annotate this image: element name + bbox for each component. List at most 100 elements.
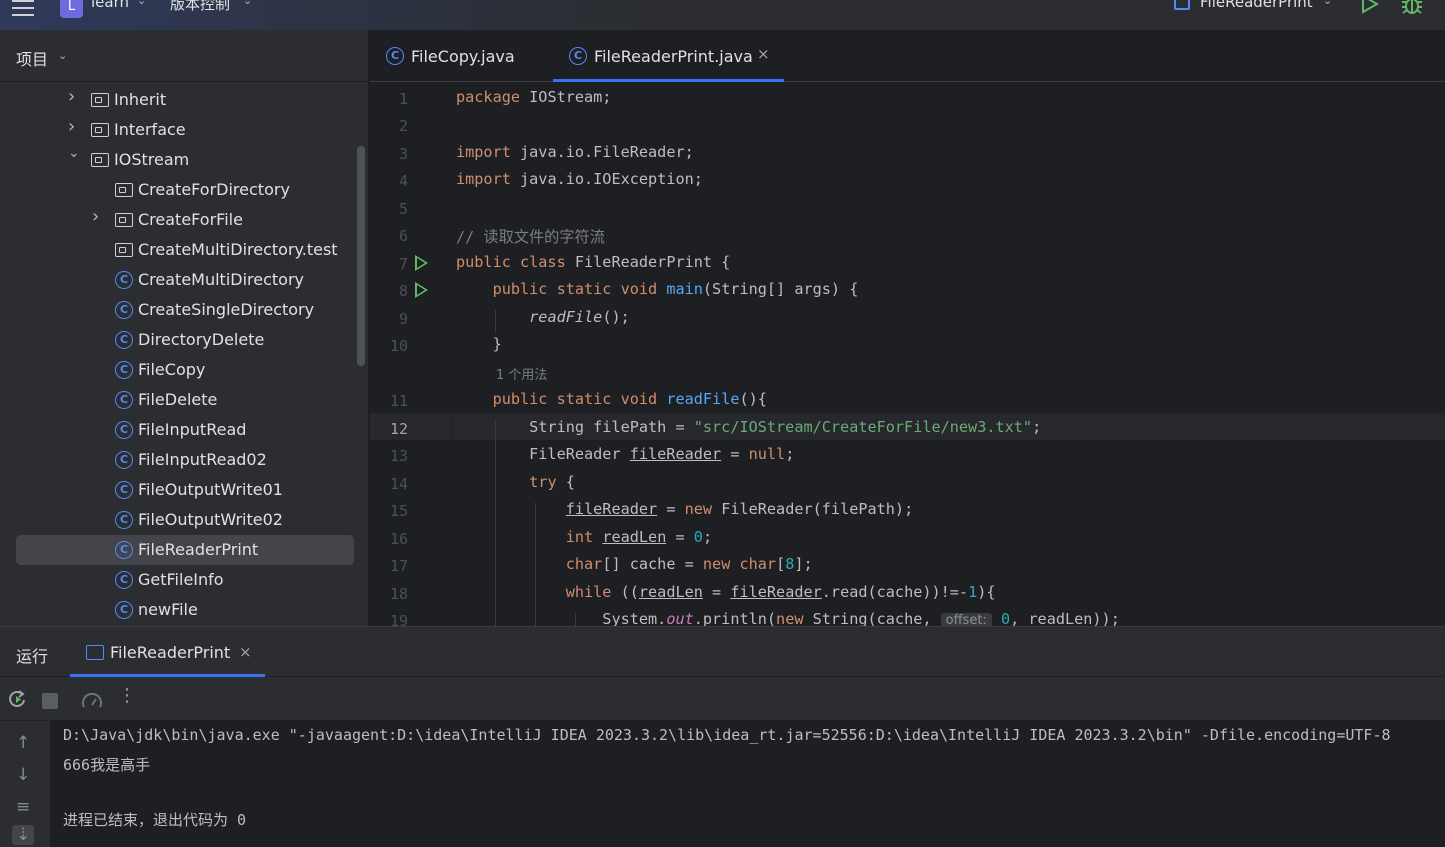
tree-item-label: FileOutputWrite01: [138, 480, 283, 499]
close-icon[interactable]: ×: [757, 45, 770, 63]
rerun-icon[interactable]: [8, 690, 26, 708]
package-folder-icon: [115, 243, 133, 257]
tree-item-label: FileReaderPrint: [138, 540, 259, 559]
tree-item[interactable]: C CreateMultiDirectory: [16, 265, 354, 295]
close-icon[interactable]: ×: [239, 643, 252, 661]
class-icon: C: [115, 451, 133, 469]
chevron-down-icon[interactable]: ⌄: [68, 145, 80, 161]
class-icon: C: [115, 511, 133, 529]
chevron-down-icon[interactable]: ⌄: [137, 0, 146, 7]
console-line: D:\Java\jdk\bin\java.exe "-javaagent:D:\…: [63, 726, 1391, 744]
code-line: System.out.println(new String(cache, off…: [456, 610, 1120, 626]
package-folder-icon: [91, 153, 109, 167]
tree-item[interactable]: CreateMultiDirectory.test: [16, 235, 354, 265]
bug-icon[interactable]: [1401, 0, 1423, 16]
tree-item-label: DirectoryDelete: [138, 330, 265, 349]
line-number: 14: [389, 475, 408, 493]
tree-item-label: newFile: [138, 600, 198, 619]
code-line: package IOStream;: [456, 88, 612, 106]
run-tab-label[interactable]: FileReaderPrint: [110, 643, 230, 662]
tree-item[interactable]: C DirectoryDelete: [16, 325, 354, 355]
chevron-down-icon[interactable]: ⌄: [58, 49, 67, 62]
tree-item-label: FileInputRead: [138, 420, 247, 439]
tree-item[interactable]: › Interface: [16, 115, 354, 145]
vcs-menu[interactable]: 版本控制: [170, 0, 230, 14]
tree-item[interactable]: C FileInputRead: [16, 415, 354, 445]
line-number: 2: [398, 117, 408, 135]
tree-item[interactable]: C FileDelete: [16, 385, 354, 415]
run-gutter-icon[interactable]: [415, 255, 428, 271]
usage-hint[interactable]: 1 个用法: [496, 364, 547, 383]
tab-filecopy[interactable]: C FileCopy.java: [370, 30, 550, 82]
project-panel-title[interactable]: 项目: [16, 46, 48, 70]
tree-item[interactable]: ⌄ IOStream: [16, 145, 354, 175]
code-line: public class FileReaderPrint {: [456, 253, 731, 271]
project-panel-header: 项目 ⌄: [0, 30, 369, 82]
arrow-down-icon[interactable]: ↓: [16, 765, 30, 785]
line-number: 17: [389, 557, 408, 575]
code-comment: // 读取文件的字符流: [456, 228, 605, 246]
run-gutter-icon[interactable]: [415, 282, 428, 298]
chevron-right-icon[interactable]: ›: [68, 86, 80, 107]
line-number: 1: [398, 90, 408, 108]
chevron-down-icon[interactable]: ⌄: [1323, 0, 1332, 7]
class-icon: C: [115, 541, 133, 559]
chevron-down-icon[interactable]: ⌄: [243, 0, 252, 7]
main-menu-icon[interactable]: [12, 0, 34, 16]
chevron-right-icon[interactable]: ›: [68, 116, 80, 137]
line-number: 18: [389, 585, 408, 603]
line-number: 16: [389, 530, 408, 548]
tree-item[interactable]: C GetFileInfo: [16, 565, 354, 595]
tree-item-label: IOStream: [114, 150, 190, 169]
scroll-to-end-icon[interactable]: ⇣: [12, 825, 35, 845]
run-panel-title[interactable]: 运行: [16, 643, 48, 667]
line-number: 15: [389, 502, 408, 520]
tree-item[interactable]: C FileOutputWrite01: [16, 475, 354, 505]
tree-item[interactable]: › CreateForFile: [16, 205, 354, 235]
class-icon: C: [115, 361, 133, 379]
tree-item[interactable]: C CreateSingleDirectory: [16, 295, 354, 325]
class-icon: C: [115, 571, 133, 589]
code-line: fileReader = new FileReader(filePath);: [565, 500, 914, 518]
stop-icon[interactable]: [42, 693, 58, 709]
editor: C FileCopy.java C FileReaderPrint.java ×…: [370, 30, 1445, 626]
project-badge[interactable]: L: [60, 0, 83, 18]
more-icon[interactable]: ⋮: [118, 685, 136, 706]
code-line: char[] cache = new char[8];: [565, 555, 813, 573]
code-line: try {: [529, 473, 575, 491]
play-icon[interactable]: [1361, 0, 1379, 14]
code-area[interactable]: 1 2 3 4 5 6 7 8 9 10 11 12 13 14 15 16 17 18 19 package IO…: [370, 83, 1445, 626]
code-line: String filePath = "src/IOStream/CreateFo…: [456, 418, 1042, 436]
tree-item[interactable]: C FileCopy: [16, 355, 354, 385]
run-config-selector[interactable]: FileReaderPrint: [1200, 0, 1313, 11]
tree-item-label: Inherit: [114, 90, 167, 109]
title-bar: L learn ⌄ 版本控制 ⌄ FileReaderPrint ⌄: [0, 0, 1445, 30]
project-name[interactable]: learn: [91, 0, 129, 11]
code-line: }: [456, 335, 502, 353]
code-line: import java.io.FileReader;: [456, 143, 694, 161]
tree-item-label: FileDelete: [138, 390, 218, 409]
package-folder-icon: [115, 183, 133, 197]
soft-wrap-icon[interactable]: ≡: [16, 797, 30, 817]
tree-item[interactable]: CreateForDirectory: [16, 175, 354, 205]
class-icon: C: [115, 301, 133, 319]
code-line: public static void readFile(){: [492, 390, 767, 408]
line-number: 19: [389, 612, 408, 626]
tree-item[interactable]: C FileReaderPrint: [16, 535, 354, 565]
chevron-right-icon[interactable]: ›: [92, 206, 104, 227]
line-number: 4: [398, 172, 408, 190]
tree-item[interactable]: CnewFile: [16, 595, 354, 625]
tree-item[interactable]: C FileInputRead02: [16, 445, 354, 475]
tree-item[interactable]: › Inherit: [16, 85, 354, 115]
tree-scrollbar[interactable]: [357, 146, 365, 366]
gutter-separator: [452, 83, 453, 626]
line-number: 6: [398, 227, 408, 245]
code-line: readFile();: [529, 308, 630, 326]
class-icon: C: [115, 601, 133, 619]
tab-filereaderprint[interactable]: C FileReaderPrint.java ×: [553, 30, 784, 82]
profiler-icon[interactable]: [81, 691, 103, 711]
tab-label: FileCopy.java: [411, 47, 515, 66]
line-number: 5: [398, 200, 408, 218]
tree-item[interactable]: C FileOutputWrite02: [16, 505, 354, 535]
arrow-up-icon[interactable]: ↑: [16, 733, 30, 753]
